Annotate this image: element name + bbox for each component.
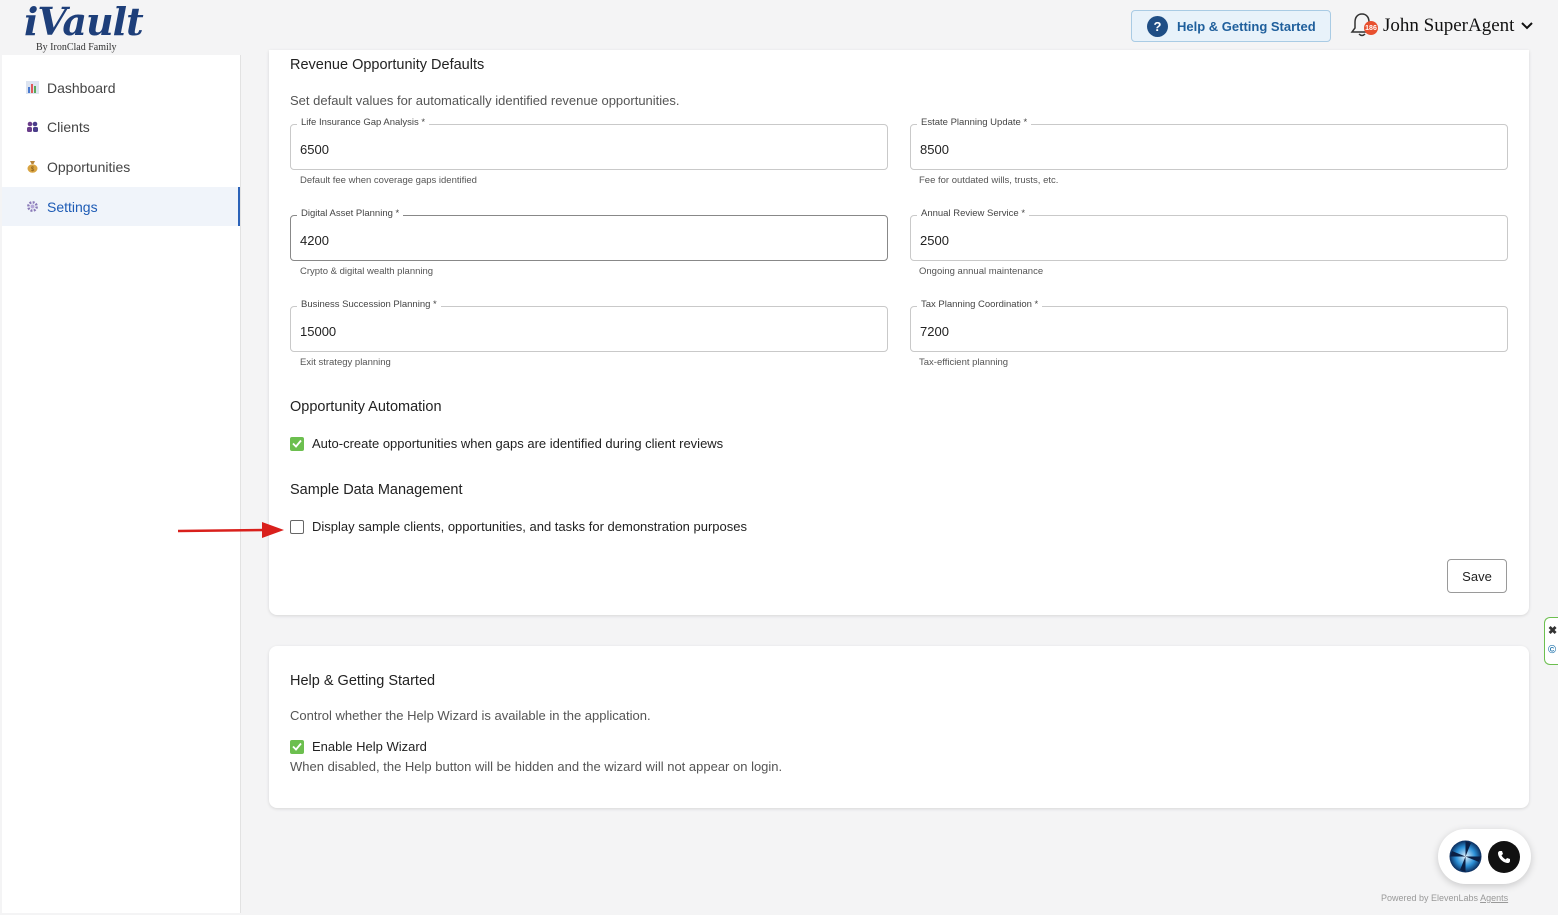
checkbox-label: Auto-create opportunities when gaps are … xyxy=(312,436,724,451)
tax-planning-coordination-field[interactable]: Tax Planning Coordination * 7200 xyxy=(910,299,1508,352)
sidebar-item-label: Dashboard xyxy=(47,79,116,96)
field-label: Digital Asset Planning * xyxy=(297,208,404,219)
field-value: 4200 xyxy=(300,233,329,248)
enable-help-wizard-checkbox[interactable]: Enable Help Wizard xyxy=(290,739,427,754)
field-value: 8500 xyxy=(920,142,949,157)
auto-create-opportunities-checkbox[interactable]: Auto-create opportunities when gaps are … xyxy=(290,436,723,451)
sidebar-item-label: Settings xyxy=(47,198,98,215)
help-button-label: Help & Getting Started xyxy=(1177,18,1316,34)
gear-icon xyxy=(25,200,39,214)
revenue-settings-card: Revenue Opportunity Defaults Set default… xyxy=(269,50,1529,615)
field-helper-text: Exit strategy planning xyxy=(300,357,391,368)
extension-icon: ✖ xyxy=(1548,625,1558,637)
checkbox-label: Enable Help Wizard xyxy=(312,739,427,754)
help-settings-card: Help & Getting Started Control whether t… xyxy=(269,646,1529,808)
field-value: 7200 xyxy=(920,324,949,339)
field-label: Estate Planning Update * xyxy=(917,117,1032,128)
call-button[interactable] xyxy=(1488,841,1520,873)
money-bag-icon: $ xyxy=(25,160,39,174)
checkbox-unchecked-icon xyxy=(290,519,304,534)
save-button[interactable]: Save xyxy=(1447,559,1507,593)
sidebar-item-settings[interactable]: Settings xyxy=(2,187,240,226)
field-label: Annual Review Service * xyxy=(917,208,1030,219)
help-getting-started-button[interactable]: ? Help & Getting Started xyxy=(1131,10,1331,42)
field-helper-text: Fee for outdated wills, trusts, etc. xyxy=(919,175,1059,186)
automation-section-title: Opportunity Automation xyxy=(290,399,442,415)
field-value: 15000 xyxy=(300,324,337,339)
bar-chart-icon xyxy=(25,81,39,95)
life-insurance-gap-field[interactable]: Life Insurance Gap Analysis * 6500 xyxy=(290,117,888,170)
logo-text: iVault xyxy=(24,0,144,44)
estate-planning-update-field[interactable]: Estate Planning Update * 8500 xyxy=(910,117,1508,170)
field-label: Tax Planning Coordination * xyxy=(917,299,1043,310)
help-section-description: Control whether the Help Wizard is avail… xyxy=(290,708,651,723)
business-succession-planning-field[interactable]: Business Succession Planning * 15000 xyxy=(290,299,888,352)
display-sample-data-checkbox[interactable]: Display sample clients, opportunities, a… xyxy=(290,519,747,534)
top-header: iVault By IronClad Family ? Help & Getti… xyxy=(0,0,1558,55)
field-helper-text: Default fee when coverage gaps identifie… xyxy=(300,175,477,186)
chevron-down-icon[interactable] xyxy=(1521,19,1533,33)
field-label: Business Succession Planning * xyxy=(297,299,441,310)
notifications-bell[interactable]: 186 xyxy=(1350,12,1378,40)
agents-link[interactable]: Agents xyxy=(1480,893,1508,903)
field-label: Life Insurance Gap Analysis * xyxy=(297,117,430,128)
users-icon xyxy=(25,120,39,134)
field-value: 6500 xyxy=(300,142,329,157)
notification-badge: 186 xyxy=(1364,21,1378,35)
sidebar-item-dashboard[interactable]: Dashboard xyxy=(2,68,240,107)
checkbox-label: Display sample clients, opportunities, a… xyxy=(312,519,747,534)
sidebar-item-opportunities[interactable]: $ Opportunities xyxy=(2,147,240,186)
field-helper-text: Ongoing annual maintenance xyxy=(919,266,1044,277)
elevenlabs-agent-widget xyxy=(1438,829,1531,884)
revenue-section-description: Set default values for automatically ide… xyxy=(290,93,680,108)
field-value: 2500 xyxy=(920,233,949,248)
powered-by-text: Powered by ElevenLabs Agents xyxy=(1381,893,1508,903)
question-icon: ? xyxy=(1147,15,1168,37)
sample-data-section-title: Sample Data Management xyxy=(290,482,463,498)
annual-review-service-field[interactable]: Annual Review Service * 2500 xyxy=(910,208,1508,261)
help-wizard-note: When disabled, the Help button will be h… xyxy=(290,759,783,774)
red-arrow-annotation xyxy=(177,522,284,538)
powered-by-prefix: Powered by ElevenLabs xyxy=(1381,893,1479,903)
revenue-section-title: Revenue Opportunity Defaults xyxy=(290,57,485,73)
sidebar-item-label: Clients xyxy=(47,118,90,135)
user-menu-name[interactable]: John SuperAgent xyxy=(1383,15,1514,37)
voice-orb-icon[interactable] xyxy=(1449,840,1482,873)
digital-asset-planning-field[interactable]: Digital Asset Planning * 4200 xyxy=(290,208,888,261)
checkbox-checked-icon xyxy=(290,739,304,754)
sidebar: Dashboard Clients $ Opportunities Settin… xyxy=(2,55,241,913)
ivault-logo[interactable]: iVault By IronClad Family xyxy=(24,2,144,54)
help-section-title: Help & Getting Started xyxy=(290,673,436,689)
phone-icon xyxy=(1498,851,1510,863)
extension-icon-secondary: © xyxy=(1548,644,1557,656)
field-helper-text: Tax-efficient planning xyxy=(919,357,1009,368)
sidebar-item-clients[interactable]: Clients xyxy=(2,107,240,146)
field-helper-text: Crypto & digital wealth planning xyxy=(300,266,434,277)
checkbox-checked-icon xyxy=(290,436,304,451)
logo-subtitle: By IronClad Family xyxy=(36,42,117,53)
sidebar-item-label: Opportunities xyxy=(47,158,131,175)
side-extension-widget[interactable]: ✖ © xyxy=(1544,617,1558,665)
